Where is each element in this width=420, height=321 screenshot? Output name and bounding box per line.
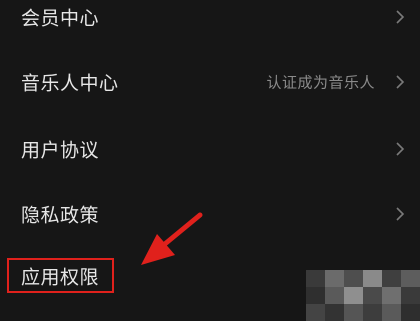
pixelated-area [306,258,420,321]
menu-item-musician-center[interactable]: 音乐人中心 认证成为音乐人 [0,62,420,102]
chevron-right-icon [396,142,405,156]
highlight-box [7,258,114,293]
chevron-right-icon [396,207,405,221]
menu-item-label: 用户协议 [21,139,100,162]
menu-item-member-center[interactable]: 会员中心 [0,0,420,37]
menu-item-user-agreement[interactable]: 用户协议 [0,129,420,169]
chevron-right-icon [396,10,405,24]
menu-item-label: 会员中心 [21,7,100,30]
menu-item-value: 认证成为音乐人 [266,73,375,92]
menu-item-label: 隐私政策 [21,204,100,227]
menu-item-label: 音乐人中心 [21,72,119,95]
menu-item-privacy-policy[interactable]: 隐私政策 [0,194,420,234]
chevron-right-icon [396,75,405,89]
